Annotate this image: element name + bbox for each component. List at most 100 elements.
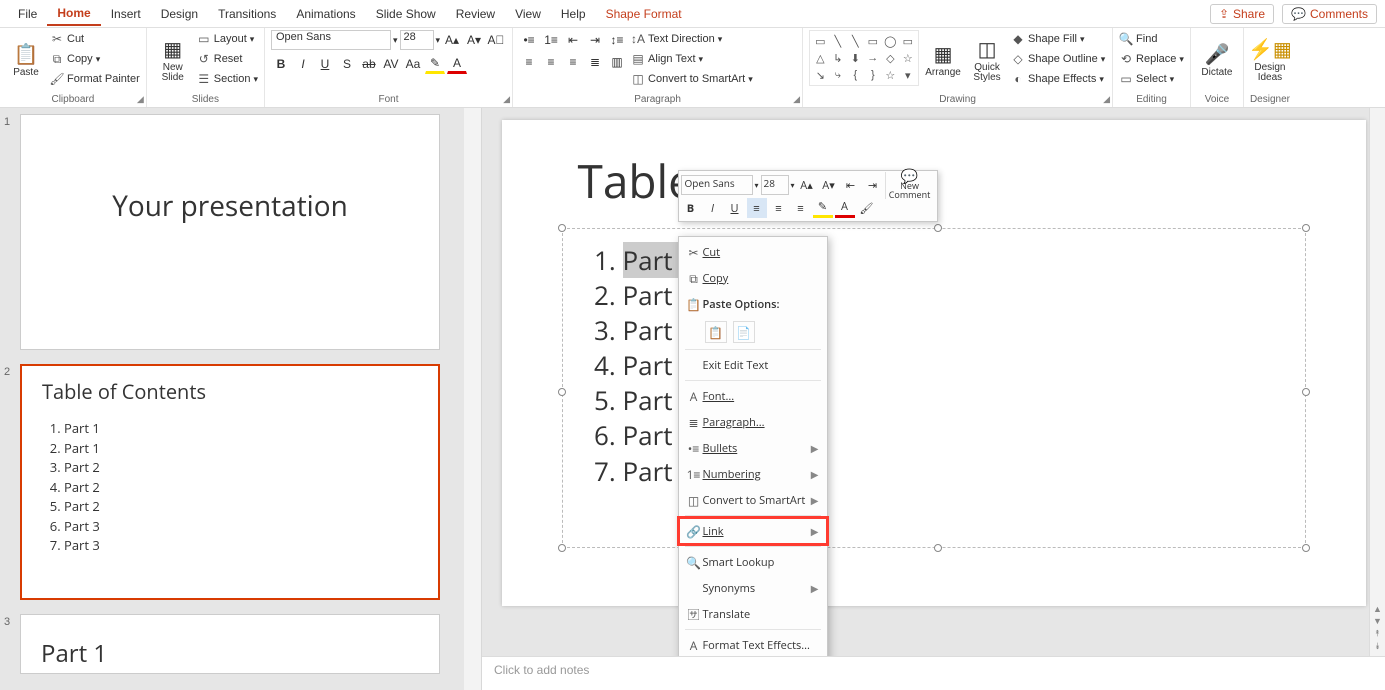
prev-slide-icon[interactable]: ⯭ (1375, 628, 1380, 639)
new-slide-button[interactable]: ▦New Slide (153, 30, 193, 88)
ctx-synonyms[interactable]: Synonyms▶ (679, 575, 827, 601)
arrange-button[interactable]: ▦Arrange (923, 30, 963, 88)
design-ideas-button[interactable]: ⚡▦Design Ideas (1250, 30, 1290, 88)
paste-option-text-only[interactable]: 📄 (733, 321, 755, 343)
ctx-link[interactable]: 🔗Link▶ (679, 518, 827, 544)
reset-button[interactable]: ↺Reset (197, 50, 258, 68)
mini-font-size[interactable]: 28 (761, 175, 789, 195)
section-button[interactable]: ☰Section▾ (197, 70, 258, 88)
tab-view[interactable]: View (505, 3, 551, 25)
comments-button[interactable]: 💬Comments (1282, 4, 1377, 24)
share-button[interactable]: ⇪Share (1210, 4, 1274, 24)
bold-button[interactable]: B (271, 54, 291, 74)
slide-title[interactable]: Table (578, 150, 694, 212)
change-case-button[interactable]: Aa (403, 54, 423, 74)
numbering-button[interactable]: 1≡ (541, 30, 561, 50)
mini-font-color-button[interactable]: A (835, 198, 855, 218)
ctx-numbering[interactable]: 1≡Numbering▶ (679, 461, 827, 487)
italic-button[interactable]: I (293, 54, 313, 74)
char-spacing-button[interactable]: AV (381, 54, 401, 74)
ctx-convert-smartart[interactable]: ◫Convert to SmartArt▶ (679, 487, 827, 513)
shape-outline-button[interactable]: ◇Shape Outline▾ (1011, 50, 1105, 68)
mini-underline-button[interactable]: U (725, 198, 745, 218)
align-text-button[interactable]: ▤Align Text▾ (631, 50, 753, 68)
mini-align-center-button[interactable]: ≡ (769, 198, 789, 218)
tab-design[interactable]: Design (151, 3, 208, 25)
ctx-bullets[interactable]: •≡Bullets▶ (679, 435, 827, 461)
tab-help[interactable]: Help (551, 3, 596, 25)
ctx-copy[interactable]: ⧉Copy (679, 265, 827, 291)
mini-increase-font-icon[interactable]: A▴ (797, 175, 817, 195)
tab-review[interactable]: Review (446, 3, 505, 25)
underline-button[interactable]: U (315, 54, 335, 74)
align-center-button[interactable]: ≡ (541, 52, 561, 72)
mini-align-left-button[interactable]: ≡ (747, 198, 767, 218)
ctx-translate[interactable]: 🈂Translate (679, 601, 827, 627)
decrease-indent-button[interactable]: ⇤ (563, 30, 583, 50)
tab-slideshow[interactable]: Slide Show (366, 3, 446, 25)
notes-pane[interactable]: Click to add notes (482, 656, 1385, 690)
cut-button[interactable]: ✂Cut (50, 30, 140, 48)
shape-fill-button[interactable]: ◆Shape Fill▾ (1011, 30, 1105, 48)
mini-align-right-button[interactable]: ≡ (791, 198, 811, 218)
format-painter-button[interactable]: 🖌Format Painter (50, 70, 140, 88)
clear-formatting-icon[interactable]: A⃠ (486, 30, 506, 50)
ctx-smart-lookup[interactable]: 🔍Smart Lookup (679, 549, 827, 575)
highlight-color-button[interactable]: ✎ (425, 54, 445, 74)
increase-font-icon[interactable]: A▴ (442, 30, 462, 50)
tab-insert[interactable]: Insert (101, 3, 151, 25)
tab-file[interactable]: File (8, 3, 47, 25)
mini-format-painter-button[interactable]: 🖌 (857, 198, 877, 218)
paste-button[interactable]: 📋Paste (6, 30, 46, 88)
text-direction-button[interactable]: ↕AText Direction▾ (631, 30, 753, 48)
copy-button[interactable]: ⧉Copy▾ (50, 50, 140, 68)
align-right-button[interactable]: ≡ (563, 52, 583, 72)
font-dialog-launcher[interactable]: ◢ (503, 94, 510, 105)
columns-button[interactable]: ▥ (607, 52, 627, 72)
font-color-button[interactable]: A (447, 54, 467, 74)
paste-option-keep-source[interactable]: 📋 (705, 321, 727, 343)
line-spacing-button[interactable]: ↕≡ (607, 30, 627, 50)
ctx-exit-edit-text[interactable]: Exit Edit Text (679, 352, 827, 378)
strikethrough-button[interactable]: ab (359, 54, 379, 74)
ctx-paragraph[interactable]: ≣Paragraph... (679, 409, 827, 435)
quick-styles-button[interactable]: ◫Quick Styles (967, 30, 1007, 88)
find-button[interactable]: 🔍Find (1119, 30, 1184, 48)
tab-home[interactable]: Home (47, 2, 100, 26)
ctx-cut[interactable]: ✂Cut (679, 239, 827, 265)
content-placeholder[interactable]: Part 1 Part 1 Part 2 Part 2 Part 2 Part … (562, 228, 1306, 548)
scroll-down-icon[interactable]: ▼ (1373, 616, 1382, 626)
tab-shape-format[interactable]: Shape Format (596, 3, 692, 25)
tab-transitions[interactable]: Transitions (208, 3, 286, 25)
convert-to-smartart-button[interactable]: ◫Convert to SmartArt▾ (631, 70, 753, 88)
bullets-button[interactable]: •≡ (519, 30, 539, 50)
scroll-up-icon[interactable]: ▲ (1373, 604, 1382, 614)
font-size-select[interactable]: 28 (400, 30, 434, 50)
vertical-scrollbar[interactable]: ▲ ▼ ⯭ ⯯ (1369, 108, 1385, 656)
drawing-dialog-launcher[interactable]: ◢ (1103, 94, 1110, 105)
slide-thumbnail-1[interactable]: Your presentation (20, 114, 440, 350)
mini-increase-indent-icon[interactable]: ⇥ (863, 175, 883, 195)
shape-effects-button[interactable]: ◐Shape Effects▾ (1011, 70, 1105, 88)
tab-animations[interactable]: Animations (286, 3, 365, 25)
shadow-button[interactable]: S (337, 54, 357, 74)
mini-font-family[interactable]: Open Sans (681, 175, 753, 195)
mini-decrease-font-icon[interactable]: A▾ (819, 175, 839, 195)
select-button[interactable]: ▭Select▾ (1119, 70, 1184, 88)
mini-highlight-button[interactable]: ✎ (813, 198, 833, 218)
slide-canvas[interactable]: Table Part 1 Part 1 Part 2 Part 2 Part 2… (502, 120, 1366, 606)
replace-button[interactable]: ⟲Replace▾ (1119, 50, 1184, 68)
mini-italic-button[interactable]: I (703, 198, 723, 218)
slide-thumbnail-2[interactable]: Table of Contents Part 1Part 1Part 2Part… (20, 364, 440, 600)
slide-thumbnail-3[interactable]: Part 1 (20, 614, 440, 674)
mini-bold-button[interactable]: B (681, 198, 701, 218)
paragraph-dialog-launcher[interactable]: ◢ (793, 94, 800, 105)
ctx-font[interactable]: AFont... (679, 383, 827, 409)
increase-indent-button[interactable]: ⇥ (585, 30, 605, 50)
slide-thumbnail-panel[interactable]: 1 Your presentation 2 Table of Contents … (0, 108, 464, 690)
decrease-font-icon[interactable]: A▾ (464, 30, 484, 50)
ctx-format-text-effects[interactable]: AFormat Text Effects... (679, 632, 827, 656)
dictate-button[interactable]: 🎤Dictate (1197, 30, 1237, 88)
shapes-gallery[interactable]: ▭╲╲▭◯▭ △↳⬇→◇☆ ↘⤷{}☆▾ (809, 30, 919, 86)
mini-new-comment-button[interactable]: 💬NewComment (885, 172, 931, 199)
